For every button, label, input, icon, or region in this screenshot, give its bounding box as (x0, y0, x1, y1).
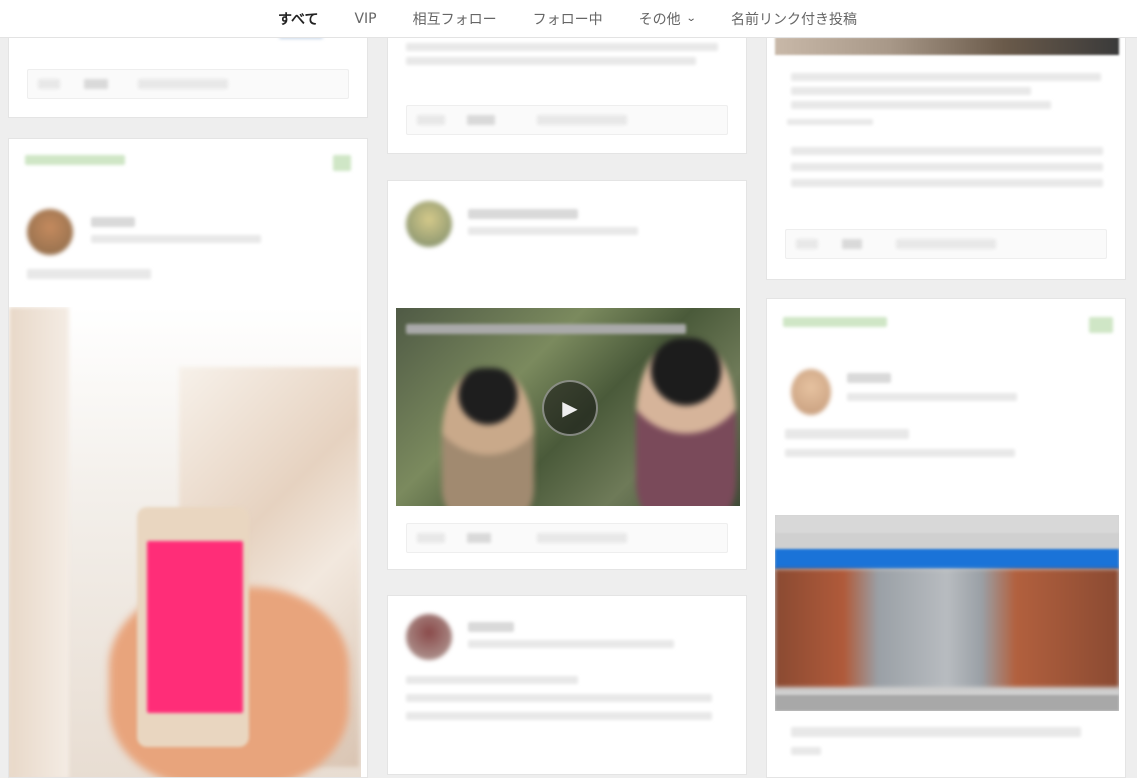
card-actions[interactable] (406, 523, 728, 553)
blurred-content (791, 727, 1081, 737)
blurred-content (785, 449, 1015, 457)
blurred-content (791, 163, 1103, 171)
feed-card[interactable] (387, 595, 747, 775)
blurred-content (847, 393, 1017, 401)
blurred-content (138, 79, 228, 89)
avatar[interactable] (27, 209, 73, 255)
tab-following[interactable]: フォロー中 (533, 9, 603, 29)
avatar[interactable] (791, 369, 831, 415)
blurred-content (406, 676, 578, 684)
play-icon[interactable]: ▶ (542, 380, 598, 436)
blurred-content (468, 640, 674, 648)
browser-bar (775, 515, 1119, 533)
blurred-content (406, 324, 686, 334)
feed-card[interactable] (766, 298, 1126, 778)
blurred-content (406, 712, 712, 720)
blurred-content (468, 227, 638, 235)
blurred-content (791, 747, 821, 755)
post-image[interactable] (775, 515, 1119, 711)
blurred-content (91, 217, 135, 227)
building-shape (9, 307, 69, 777)
phone-screen (147, 541, 243, 713)
tab-more-label: その他 (638, 11, 681, 28)
blurred-content (417, 115, 445, 125)
tab-all[interactable]: すべて (278, 9, 318, 29)
blurred-content (1089, 317, 1113, 333)
blurred-content (847, 373, 891, 383)
avatar[interactable] (406, 201, 452, 247)
feed-card[interactable] (766, 0, 1126, 280)
card-actions[interactable] (406, 105, 728, 135)
feed-card[interactable] (8, 138, 368, 778)
blurred-content (38, 79, 60, 89)
tab-more[interactable]: その他 ⌄ (638, 9, 697, 29)
blue-header (775, 549, 1119, 569)
blurred-content (787, 119, 873, 125)
tab-name-link-posts[interactable]: 名前リンク付き投稿 (731, 9, 857, 29)
top-nav: すべて VIP 相互フォロー フォロー中 その他 ⌄ 名前リンク付き投稿 (0, 0, 1137, 38)
blurred-content (406, 57, 696, 65)
blurred-content (896, 239, 996, 249)
blurred-content (791, 73, 1101, 81)
screenshot-footer (775, 695, 1119, 711)
blurred-content (25, 155, 125, 165)
tab-bar: すべて VIP 相互フォロー フォロー中 その他 ⌄ 名前リンク付き投稿 (278, 9, 857, 29)
blurred-content (791, 179, 1103, 187)
blurred-content (537, 115, 627, 125)
avatar[interactable] (406, 614, 452, 660)
chevron-down-icon: ⌄ (685, 13, 697, 24)
blurred-content (27, 269, 151, 279)
blurred-content (467, 115, 495, 125)
blurred-content (468, 622, 514, 632)
blurred-content (796, 239, 818, 249)
video-thumbnail[interactable]: ▶ (396, 308, 740, 506)
blurred-content (333, 155, 351, 171)
blurred-content (783, 317, 887, 327)
post-image[interactable] (9, 307, 361, 777)
blurred-content (467, 533, 491, 543)
person-shape (636, 338, 736, 506)
blurred-content (91, 235, 261, 243)
image-strip (775, 37, 1119, 55)
blurred-content (406, 43, 718, 51)
blurred-content (468, 209, 578, 219)
card-actions[interactable] (785, 229, 1107, 259)
screenshot-content (775, 569, 1119, 687)
blurred-content (406, 694, 712, 702)
blurred-content (791, 101, 1051, 109)
blurred-content (842, 239, 862, 249)
card-actions[interactable] (27, 69, 349, 99)
tab-vip[interactable]: VIP (354, 11, 376, 27)
blurred-content (84, 79, 108, 89)
blurred-content (537, 533, 627, 543)
blurred-content (785, 429, 909, 439)
person-shape (442, 368, 534, 506)
tab-mutual-follow[interactable]: 相互フォロー (413, 9, 497, 29)
feed-card[interactable]: ▶ (387, 180, 747, 570)
blurred-content (791, 147, 1103, 155)
blurred-content (417, 533, 445, 543)
blurred-content (791, 87, 1031, 95)
